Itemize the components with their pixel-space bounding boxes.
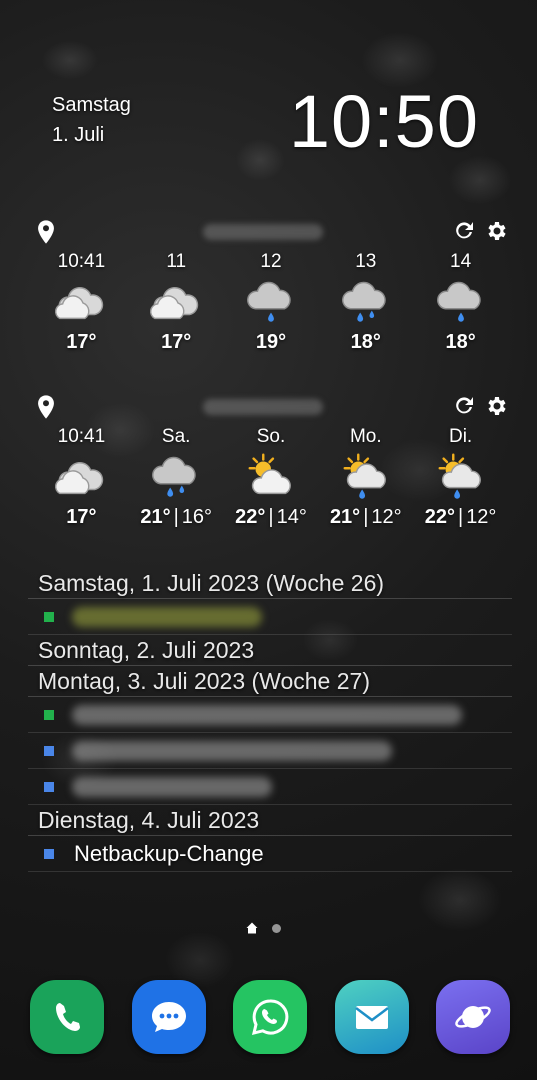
temp-separator: |	[457, 506, 464, 528]
day-column: Sa. 21° | 16°	[129, 424, 224, 529]
day-temp-high: 21°	[329, 506, 361, 528]
location-name-blurred	[203, 399, 323, 415]
day-header[interactable]: Dienstag, 4. Juli 2023	[28, 805, 512, 836]
rain-cloud-icon	[436, 281, 481, 322]
calendar-event[interactable]	[28, 697, 512, 733]
calendar-color-marker	[44, 849, 54, 859]
day-temp-high: 22°	[424, 506, 455, 528]
day-label: Sa.	[161, 426, 191, 447]
day-header[interactable]: Samstag, 1. Juli 2023 (Woche 26)	[28, 568, 512, 599]
hour-label: 13	[355, 251, 377, 272]
temp-separator: |	[173, 506, 179, 528]
event-title: Netbackup-Change	[74, 841, 264, 866]
whatsapp-icon	[251, 999, 289, 1036]
cloudy-icon	[150, 287, 199, 320]
date-text: 1. Juli	[52, 124, 105, 146]
sun-rain-icon	[343, 453, 386, 499]
sun-rain-icon	[438, 453, 481, 499]
rain-cloud-icon	[152, 456, 196, 497]
messages-app[interactable]	[131, 980, 206, 1054]
phone-icon	[56, 1003, 80, 1031]
event-title-blurred	[72, 777, 272, 797]
email-app[interactable]	[334, 980, 409, 1054]
day-temp-high: 21°	[140, 506, 171, 528]
chat-bubble-icon	[151, 1002, 186, 1032]
hour-column: 11 17°	[129, 249, 224, 354]
day-temp-low: 16°	[181, 506, 213, 528]
hour-label: 14	[450, 251, 472, 272]
event-title-blurred	[72, 741, 392, 761]
weather-widget-daily[interactable]: 10:41 17° Sa. 21° | 16° So. 22° | 14° Mo…	[28, 390, 514, 550]
phone-app[interactable]	[30, 980, 104, 1054]
app-dock	[30, 980, 510, 1054]
hour-label: 10:41	[57, 251, 106, 272]
day-label: Mo.	[349, 426, 382, 447]
rain-cloud-icon	[247, 281, 291, 322]
event-title-blurred	[72, 705, 462, 725]
event-title-blurred	[72, 607, 262, 627]
cloudy-icon	[55, 462, 104, 495]
day-column: Mo. 21° | 12°	[318, 424, 413, 529]
hour-column: 14 18°	[413, 249, 508, 354]
page-dot	[272, 923, 281, 933]
refresh-icon[interactable]	[452, 394, 476, 418]
day-temp-low: 12°	[466, 506, 497, 528]
pin-icon	[38, 395, 54, 419]
calendar-event[interactable]	[28, 769, 512, 805]
hour-column: 10:41 17°	[34, 249, 129, 354]
calendar-color-marker	[44, 710, 54, 720]
hour-temp: 18°	[445, 331, 476, 353]
clock: 10:50	[288, 80, 479, 163]
day-column: 10:41 17°	[34, 424, 129, 529]
sun-cloud-icon	[248, 453, 291, 495]
weather-widget-hourly[interactable]: 10:41 17° 11 17° 12 19° 13 18° 14 18°	[28, 215, 514, 375]
gear-icon[interactable]	[484, 394, 508, 418]
page-indicator	[246, 922, 281, 934]
day-temp-low: 14°	[276, 506, 307, 528]
day-name: Samstag	[52, 94, 131, 116]
day-temp-high: 17°	[66, 506, 97, 528]
calendar-event[interactable]	[28, 599, 512, 635]
pin-icon	[38, 220, 54, 244]
calendar-color-marker	[44, 612, 54, 622]
calendar-color-marker	[44, 782, 54, 792]
cloudy-icon	[55, 287, 104, 320]
calendar-event[interactable]	[28, 733, 512, 769]
hour-column: 12 19°	[224, 249, 319, 354]
refresh-icon[interactable]	[452, 219, 476, 243]
day-temp-low: 12°	[371, 506, 402, 528]
date-block: Samstag 1. Juli	[52, 90, 131, 150]
hour-label: 12	[260, 251, 282, 272]
calendar-agenda-widget[interactable]: Samstag, 1. Juli 2023 (Woche 26) Sonntag…	[28, 568, 512, 872]
day-label: 10:41	[57, 426, 106, 447]
hour-column: 13 18°	[318, 249, 413, 354]
rain-cloud-icon	[341, 281, 386, 322]
day-header[interactable]: Montag, 3. Juli 2023 (Woche 27)	[28, 666, 512, 697]
location-name-blurred	[203, 224, 323, 240]
day-header[interactable]: Sonntag, 2. Juli 2023	[28, 635, 512, 666]
temp-separator: |	[363, 506, 369, 528]
day-label: So.	[256, 426, 286, 447]
hour-temp: 18°	[350, 331, 381, 353]
whatsapp-app[interactable]	[233, 980, 307, 1054]
hour-temp: 17°	[161, 331, 192, 353]
calendar-color-marker	[44, 746, 54, 756]
temp-separator: |	[268, 506, 274, 528]
day-column: Di. 22° | 12°	[413, 424, 508, 529]
day-column: So. 22° | 14°	[224, 424, 319, 529]
hour-temp: 17°	[66, 331, 97, 353]
gear-icon[interactable]	[484, 219, 508, 243]
internet-app[interactable]	[436, 980, 510, 1054]
hour-label: 11	[166, 251, 187, 272]
envelope-icon	[354, 1006, 389, 1029]
planet-icon	[455, 1006, 491, 1028]
calendar-event[interactable]: Netbackup-Change	[28, 836, 512, 872]
home-page-indicator-icon	[246, 922, 258, 934]
day-label: Di.	[448, 426, 473, 447]
hour-temp: 19°	[255, 331, 287, 353]
day-temp-high: 22°	[235, 506, 266, 528]
